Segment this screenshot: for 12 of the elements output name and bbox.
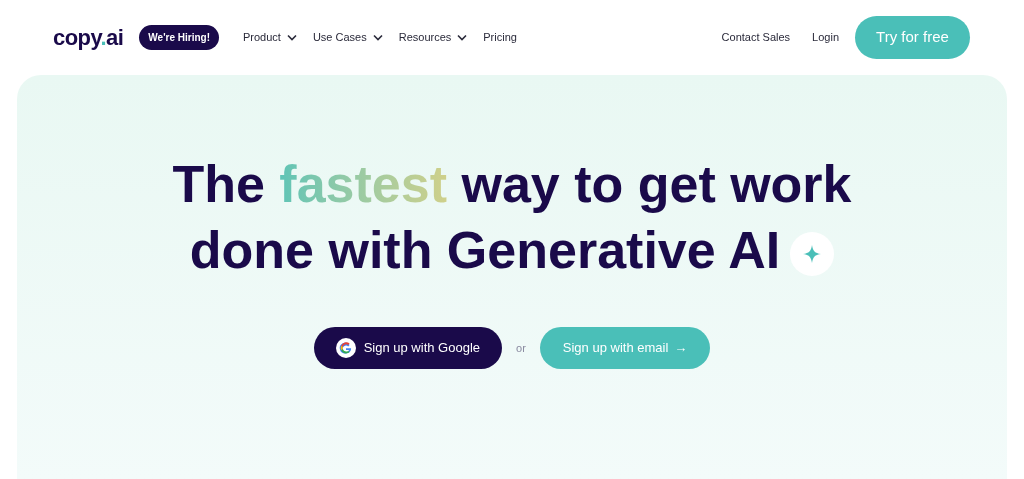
nav-link[interactable]: Product bbox=[243, 29, 297, 46]
nav-link[interactable]: Login bbox=[812, 29, 839, 46]
logo[interactable]: copy.ai bbox=[53, 21, 124, 54]
nav-link[interactable]: Resources bbox=[398, 29, 468, 46]
google-icon bbox=[335, 338, 356, 358]
nav-link[interactable]: Pricing bbox=[483, 29, 517, 46]
nav-link[interactable]: Contact Sales bbox=[721, 29, 791, 46]
hiring-badge[interactable]: We're Hiring! bbox=[139, 25, 219, 50]
or-separator: or bbox=[516, 340, 526, 356]
google-signup-button[interactable]: Sign up with Google bbox=[313, 327, 503, 369]
headline: The fastest way to get work done with Generative AI bbox=[171, 154, 853, 281]
nav-link[interactable]: Use Cases bbox=[312, 29, 383, 46]
